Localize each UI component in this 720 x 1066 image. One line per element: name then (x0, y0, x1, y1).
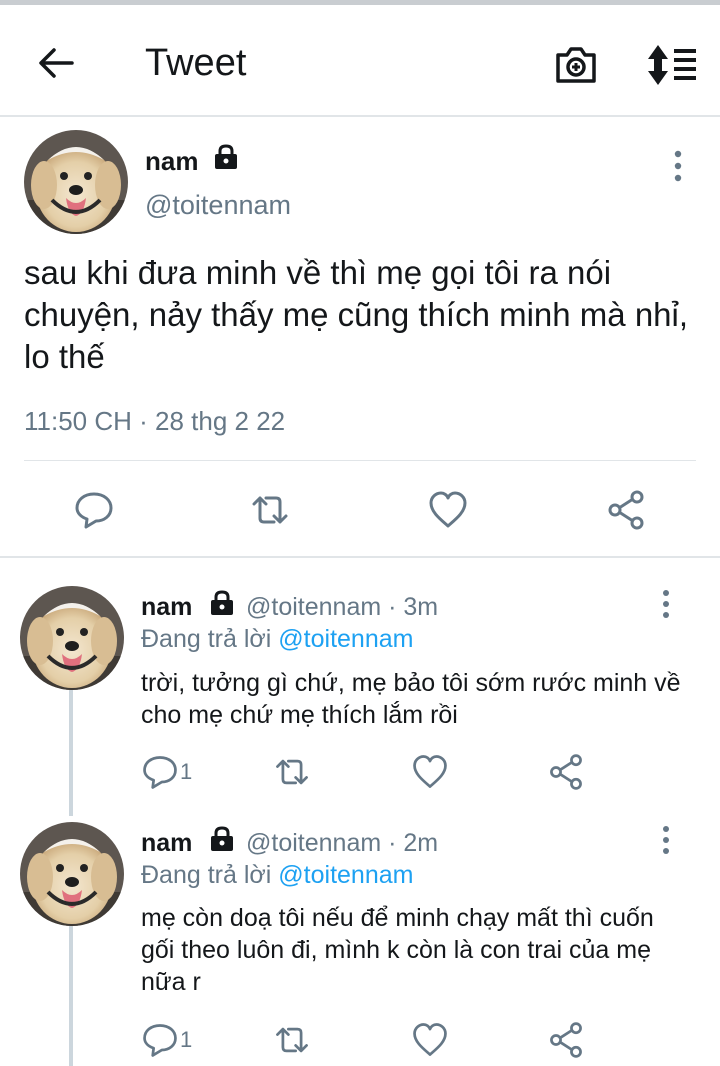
reply-icon (143, 756, 177, 789)
reply-count: 1 (180, 759, 193, 784)
share-button[interactable] (546, 752, 586, 792)
reply-icon (75, 492, 113, 529)
lock-icon (208, 825, 236, 853)
mention-link[interactable]: @toitennam (278, 861, 413, 889)
tweet-text: mẹ còn doạ tôi nếu để minh chạy mất thì … (141, 904, 654, 996)
retweet-icon (276, 1027, 308, 1053)
camera-add-icon (556, 47, 596, 83)
author-name[interactable]: nam (141, 592, 192, 622)
reply-button[interactable] (140, 752, 180, 792)
reply-button[interactable] (140, 1020, 180, 1060)
like-button[interactable] (410, 752, 450, 792)
heart-icon (413, 755, 447, 788)
share-icon (550, 1022, 582, 1058)
retweet-button[interactable] (272, 752, 312, 792)
share-icon (608, 490, 644, 530)
share-button[interactable] (546, 1020, 586, 1060)
more-vertical-icon (674, 150, 682, 182)
author-handle[interactable]: @toitennam · 2m (246, 828, 438, 858)
page-title: Tweet (145, 42, 247, 84)
sort-icon (648, 45, 696, 85)
retweet-button[interactable] (248, 488, 292, 532)
thread-line (69, 690, 73, 816)
tweet-text: sau khi đưa minh về thì mẹ gọi tôi ra nó… (24, 254, 689, 375)
replying-to: Đang trả lời @toitennam (141, 860, 413, 890)
more-vertical-icon (663, 590, 669, 618)
back-button[interactable] (34, 41, 78, 85)
share-button[interactable] (604, 488, 648, 532)
retweet-icon (252, 496, 288, 524)
retweet-icon (276, 759, 308, 785)
replying-to: Đang trả lời @toitennam (141, 624, 413, 654)
share-icon (550, 754, 582, 790)
thread-line (69, 926, 73, 1066)
app-header: Tweet (0, 5, 720, 117)
author-handle[interactable]: @toitennam (145, 188, 291, 222)
heart-icon (413, 1023, 447, 1056)
replying-prefix: Đang trả lời (141, 625, 279, 653)
avatar[interactable] (20, 586, 124, 690)
replying-prefix: Đang trả lời (141, 861, 279, 889)
more-vertical-icon (663, 826, 669, 854)
tweet-timestamp: 11:50 CH · 28 thg 2 22 (24, 406, 286, 436)
retweet-button[interactable] (272, 1020, 312, 1060)
more-options-button[interactable] (666, 148, 690, 184)
heart-icon (429, 491, 467, 528)
camera-button[interactable] (552, 41, 600, 89)
tweet-actions (0, 480, 720, 540)
tweet-text: trời, tưởng gì chứ, mẹ bảo tôi sớm rước … (141, 669, 681, 729)
divider (0, 556, 720, 558)
mention-link[interactable]: @toitennam (278, 625, 413, 653)
author-name[interactable]: nam (145, 146, 198, 176)
more-options-button[interactable] (654, 588, 678, 620)
sort-button[interactable] (644, 41, 700, 89)
like-button[interactable] (426, 488, 470, 532)
reply-button[interactable] (72, 488, 116, 532)
lock-icon (212, 143, 240, 171)
divider (24, 460, 696, 461)
avatar[interactable] (24, 130, 128, 234)
avatar[interactable] (20, 822, 124, 926)
reply-count: 1 (180, 1027, 193, 1052)
arrow-left-icon (39, 48, 74, 78)
author-handle[interactable]: @toitennam · 3m (246, 592, 438, 622)
more-options-button[interactable] (654, 824, 678, 856)
like-button[interactable] (410, 1020, 450, 1060)
reply-icon (143, 1024, 177, 1057)
lock-icon (208, 589, 236, 617)
author-name[interactable]: nam (141, 828, 192, 858)
